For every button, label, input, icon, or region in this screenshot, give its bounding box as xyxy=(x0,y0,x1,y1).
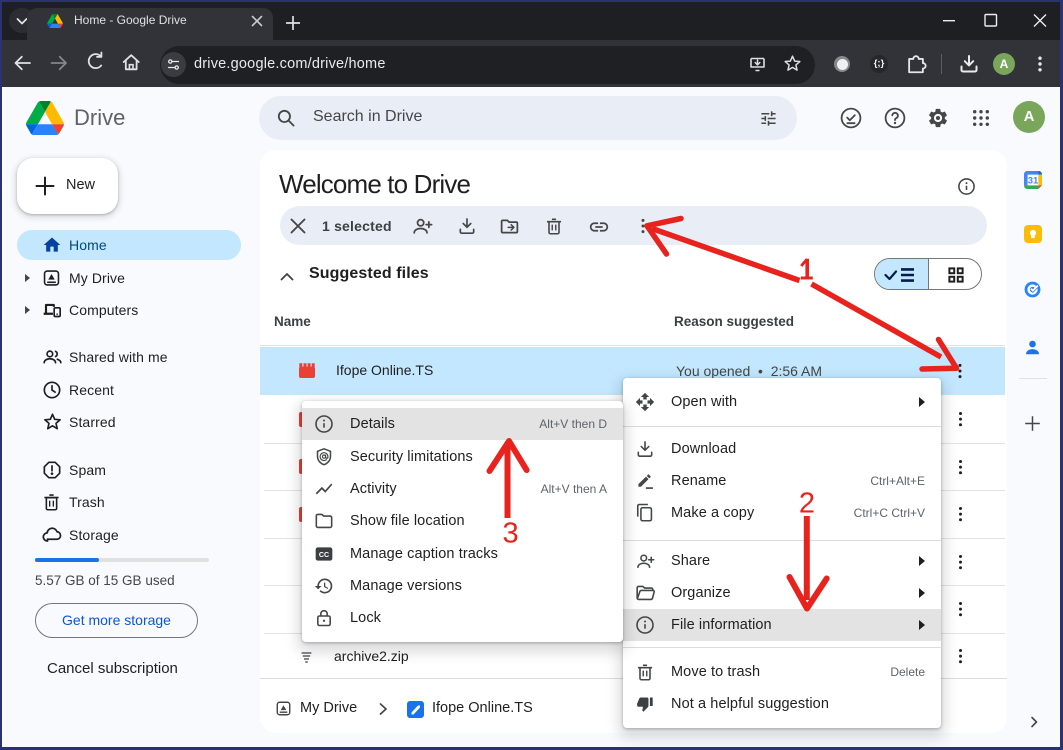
svg-text:31: 31 xyxy=(1028,176,1039,187)
svg-text:CC: CC xyxy=(319,551,329,559)
